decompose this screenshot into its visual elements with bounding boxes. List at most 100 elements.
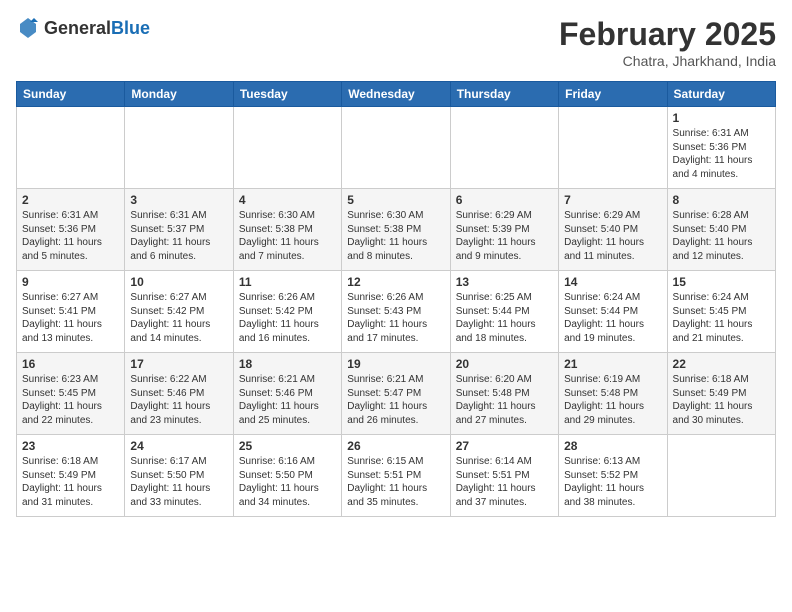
calendar-cell: 19 Sunrise: 6:21 AM Sunset: 5:47 PM Dayli… [342,353,450,435]
calendar-cell [559,107,667,189]
day-number: 13 [456,275,553,289]
title-area: February 2025 Chatra, Jharkhand, India [559,16,776,69]
calendar-cell: 21 Sunrise: 6:19 AM Sunset: 5:48 PM Dayli… [559,353,667,435]
calendar-cell: 20 Sunrise: 6:20 AM Sunset: 5:48 PM Dayli… [450,353,558,435]
day-info: Sunrise: 6:29 AM Sunset: 5:40 PM Dayligh… [564,209,661,263]
day-number: 19 [347,357,444,371]
day-number: 8 [673,193,770,207]
calendar-cell: 5 Sunrise: 6:30 AM Sunset: 5:38 PM Daylig… [342,189,450,271]
calendar-cell: 9 Sunrise: 6:27 AM Sunset: 5:41 PM Daylig… [17,271,125,353]
day-info: Sunrise: 6:25 AM Sunset: 5:44 PM Dayligh… [456,291,553,345]
calendar-cell: 15 Sunrise: 6:24 AM Sunset: 5:45 PM Dayli… [667,271,775,353]
day-number: 5 [347,193,444,207]
calendar-cell: 14 Sunrise: 6:24 AM Sunset: 5:44 PM Dayli… [559,271,667,353]
page-header: GeneralBlue February 2025 Chatra, Jharkh… [16,16,776,69]
day-number: 23 [22,439,119,453]
calendar-cell: 6 Sunrise: 6:29 AM Sunset: 5:39 PM Daylig… [450,189,558,271]
day-info: Sunrise: 6:21 AM Sunset: 5:47 PM Dayligh… [347,373,444,427]
weekday-header-sunday: Sunday [17,82,125,107]
day-info: Sunrise: 6:24 AM Sunset: 5:44 PM Dayligh… [564,291,661,345]
day-number: 10 [130,275,227,289]
logo: GeneralBlue [16,16,150,40]
weekday-header-saturday: Saturday [667,82,775,107]
calendar-cell: 18 Sunrise: 6:21 AM Sunset: 5:46 PM Dayli… [233,353,341,435]
calendar-cell [125,107,233,189]
day-info: Sunrise: 6:14 AM Sunset: 5:51 PM Dayligh… [456,455,553,509]
calendar-cell: 12 Sunrise: 6:26 AM Sunset: 5:43 PM Dayli… [342,271,450,353]
day-info: Sunrise: 6:21 AM Sunset: 5:46 PM Dayligh… [239,373,336,427]
calendar-cell: 7 Sunrise: 6:29 AM Sunset: 5:40 PM Daylig… [559,189,667,271]
day-info: Sunrise: 6:19 AM Sunset: 5:48 PM Dayligh… [564,373,661,427]
day-info: Sunrise: 6:16 AM Sunset: 5:50 PM Dayligh… [239,455,336,509]
calendar-subtitle: Chatra, Jharkhand, India [559,53,776,69]
day-number: 15 [673,275,770,289]
calendar-cell [233,107,341,189]
day-number: 2 [22,193,119,207]
day-number: 14 [564,275,661,289]
day-info: Sunrise: 6:29 AM Sunset: 5:39 PM Dayligh… [456,209,553,263]
calendar-week-row: 23 Sunrise: 6:18 AM Sunset: 5:49 PM Dayli… [17,435,776,517]
calendar-cell [667,435,775,517]
day-info: Sunrise: 6:26 AM Sunset: 5:42 PM Dayligh… [239,291,336,345]
weekday-header-thursday: Thursday [450,82,558,107]
calendar-cell: 25Sunrise: 6:16 AM Sunset: 5:50 PM Dayli… [233,435,341,517]
day-number: 21 [564,357,661,371]
calendar-cell: 13 Sunrise: 6:25 AM Sunset: 5:44 PM Dayli… [450,271,558,353]
day-info: Sunrise: 6:27 AM Sunset: 5:41 PM Dayligh… [22,291,119,345]
day-number: 17 [130,357,227,371]
day-info: Sunrise: 6:22 AM Sunset: 5:46 PM Dayligh… [130,373,227,427]
calendar-cell [17,107,125,189]
weekday-header-friday: Friday [559,82,667,107]
logo-text: GeneralBlue [44,18,150,39]
logo-icon [16,16,40,40]
calendar-week-row: 2 Sunrise: 6:31 AM Sunset: 5:36 PM Daylig… [17,189,776,271]
day-info: Sunrise: 6:31 AM Sunset: 5:36 PM Dayligh… [22,209,119,263]
day-number: 1 [673,111,770,125]
day-info: Sunrise: 6:18 AM Sunset: 5:49 PM Dayligh… [22,455,119,509]
calendar-cell: 4 Sunrise: 6:30 AM Sunset: 5:38 PM Daylig… [233,189,341,271]
day-number: 28 [564,439,661,453]
calendar-cell [342,107,450,189]
day-number: 12 [347,275,444,289]
day-info: Sunrise: 6:30 AM Sunset: 5:38 PM Dayligh… [347,209,444,263]
calendar-cell: 11 Sunrise: 6:26 AM Sunset: 5:42 PM Dayli… [233,271,341,353]
day-info: Sunrise: 6:20 AM Sunset: 5:48 PM Dayligh… [456,373,553,427]
day-info: Sunrise: 6:23 AM Sunset: 5:45 PM Dayligh… [22,373,119,427]
day-number: 3 [130,193,227,207]
day-number: 9 [22,275,119,289]
calendar-cell [450,107,558,189]
day-info: Sunrise: 6:31 AM Sunset: 5:36 PM Dayligh… [673,127,770,181]
day-number: 6 [456,193,553,207]
weekday-header-wednesday: Wednesday [342,82,450,107]
day-number: 20 [456,357,553,371]
day-info: Sunrise: 6:18 AM Sunset: 5:49 PM Dayligh… [673,373,770,427]
day-info: Sunrise: 6:24 AM Sunset: 5:45 PM Dayligh… [673,291,770,345]
day-info: Sunrise: 6:30 AM Sunset: 5:38 PM Dayligh… [239,209,336,263]
calendar-header-row: SundayMondayTuesdayWednesdayThursdayFrid… [17,82,776,107]
day-info: Sunrise: 6:13 AM Sunset: 5:52 PM Dayligh… [564,455,661,509]
calendar-cell: 10Sunrise: 6:27 AM Sunset: 5:42 PM Dayli… [125,271,233,353]
day-number: 24 [130,439,227,453]
calendar-week-row: 1 Sunrise: 6:31 AM Sunset: 5:36 PM Daylig… [17,107,776,189]
calendar-cell: 1 Sunrise: 6:31 AM Sunset: 5:36 PM Daylig… [667,107,775,189]
day-info: Sunrise: 6:17 AM Sunset: 5:50 PM Dayligh… [130,455,227,509]
calendar-week-row: 16 Sunrise: 6:23 AM Sunset: 5:45 PM Dayli… [17,353,776,435]
calendar-cell: 2 Sunrise: 6:31 AM Sunset: 5:36 PM Daylig… [17,189,125,271]
day-number: 18 [239,357,336,371]
day-number: 27 [456,439,553,453]
calendar-cell: 16 Sunrise: 6:23 AM Sunset: 5:45 PM Dayli… [17,353,125,435]
day-number: 16 [22,357,119,371]
calendar-cell: 17 Sunrise: 6:22 AM Sunset: 5:46 PM Dayli… [125,353,233,435]
calendar-week-row: 9 Sunrise: 6:27 AM Sunset: 5:41 PM Daylig… [17,271,776,353]
calendar-cell: 3 Sunrise: 6:31 AM Sunset: 5:37 PM Daylig… [125,189,233,271]
day-info: Sunrise: 6:26 AM Sunset: 5:43 PM Dayligh… [347,291,444,345]
day-info: Sunrise: 6:28 AM Sunset: 5:40 PM Dayligh… [673,209,770,263]
weekday-header-monday: Monday [125,82,233,107]
day-number: 11 [239,275,336,289]
calendar-cell: 28 Sunrise: 6:13 AM Sunset: 5:52 PM Dayli… [559,435,667,517]
day-info: Sunrise: 6:31 AM Sunset: 5:37 PM Dayligh… [130,209,227,263]
calendar-cell: 24 Sunrise: 6:17 AM Sunset: 5:50 PM Dayli… [125,435,233,517]
day-number: 4 [239,193,336,207]
day-number: 7 [564,193,661,207]
calendar-cell: 27 Sunrise: 6:14 AM Sunset: 5:51 PM Dayli… [450,435,558,517]
